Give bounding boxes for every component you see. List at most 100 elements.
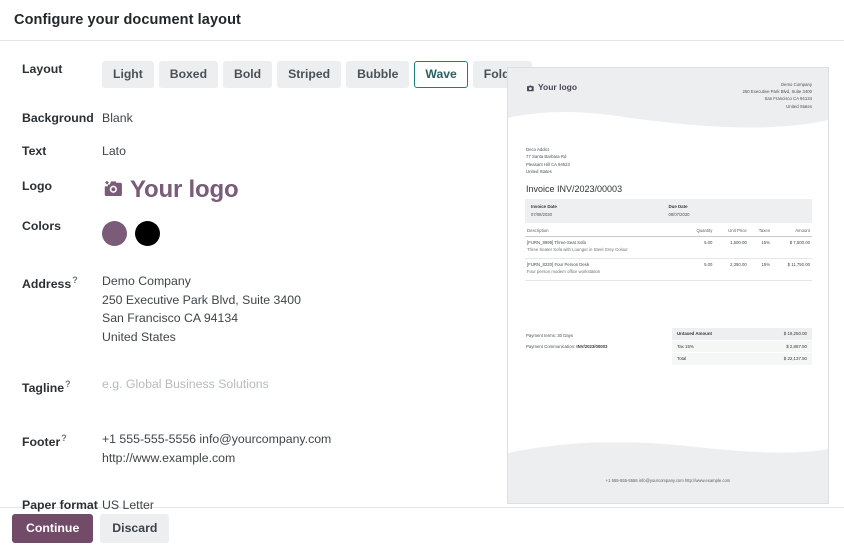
text-font-value[interactable]: Lato xyxy=(102,139,500,160)
field-colors: Colors xyxy=(0,214,500,246)
field-background: Background Blank xyxy=(0,106,500,127)
row-unit-price-1: 2,350.00 xyxy=(714,258,749,281)
address-line-4: United States xyxy=(102,329,176,344)
address-value[interactable]: Demo Company 250 Executive Park Blvd, Su… xyxy=(102,268,500,346)
preview-line-items-table: Description Quantity Unit Price Taxes Am… xyxy=(525,226,812,281)
preview-company-address: Demo Company 250 Executive Park Blvd, Su… xyxy=(742,81,812,110)
preview-totals-block: Untaxed Amount $ 19,250.00 Tax 15% $ 2,8… xyxy=(672,328,812,366)
footer-line-2: http://www.example.com xyxy=(102,450,236,465)
field-logo: Logo Your logo xyxy=(0,174,500,203)
preview-company-line-1: Demo Company xyxy=(780,82,812,87)
preview-payment-communication: Payment Communication: INV/2023/00003 xyxy=(526,341,607,352)
color-swatch-primary[interactable] xyxy=(102,221,127,246)
preview-recipient-address: Deco Addict 77 Santa Barbara Rd Pleasant… xyxy=(526,146,570,176)
tagline-input[interactable]: e.g. Global Business Solutions xyxy=(102,372,500,393)
address-line-1: Demo Company xyxy=(102,274,191,288)
col-header-taxes: Taxes xyxy=(748,226,772,237)
preview-recipient-line-4: United States xyxy=(526,169,552,175)
preview-company-line-2: 250 Executive Park Blvd, Suite 3400 xyxy=(742,89,812,95)
preview-table-body: [FURN_8999] Three-Seat Sofa Three Seater… xyxy=(525,236,812,281)
field-address: Address? Demo Company 250 Executive Park… xyxy=(0,268,500,346)
field-label-tagline: Tagline? xyxy=(0,372,102,396)
page-title: Configure your document layout xyxy=(14,12,241,28)
field-label-logo: Logo xyxy=(22,179,53,193)
field-label-footer: Footer? xyxy=(0,426,102,450)
col-header-description: Description xyxy=(525,226,685,237)
layout-option-light[interactable]: Light xyxy=(102,61,154,88)
col-header-quantity: Quantity xyxy=(684,226,715,237)
preview-logo-text: Your logo xyxy=(538,82,578,92)
table-row: [FURN_8999] Three-Seat Sofa Three Seater… xyxy=(525,236,812,259)
paper-format-value[interactable]: US Letter xyxy=(102,493,500,514)
preview-invoice-title: Invoice INV/2023/00003 xyxy=(526,184,623,194)
layout-option-bold[interactable]: Bold xyxy=(223,61,273,88)
field-label-address-text: Address xyxy=(22,277,72,292)
total-label-tax: Tax 15% xyxy=(677,343,694,349)
continue-button[interactable]: Continue xyxy=(12,513,94,543)
preview-company-line-3: San Francisco CA 94134 xyxy=(764,96,812,102)
preview-date-bar: Invoice Date 07/08/2030 Due Date 08/07/2… xyxy=(525,199,812,223)
row-description-1: [FURN_8220] Four Person Desk xyxy=(527,261,590,267)
row-amount-0: $ 7,500.00 xyxy=(771,236,812,259)
preview-payment-communication-value: INV/2023/00003 xyxy=(576,344,608,349)
total-value-untaxed: $ 19,250.00 xyxy=(783,331,807,336)
row-subdescription-0: Three Seater Sofa with Lounger in Steel … xyxy=(527,247,628,253)
total-value-tax: $ 2,887.50 xyxy=(786,343,807,349)
row-taxes-1: 15% xyxy=(748,258,772,281)
footer-line-1: +1 555-555-5556 info@yourcompany.com xyxy=(102,432,332,447)
field-text: Text Lato xyxy=(0,139,500,160)
row-amount-1: $ 11,750.00 xyxy=(771,258,812,281)
total-row-tax: Tax 15% $ 2,887.50 xyxy=(672,340,812,353)
field-label-paper-format: Paper format xyxy=(22,498,98,513)
field-footer: Footer? +1 555-555-5556 info@yourcompany… xyxy=(0,426,500,467)
total-value-total: $ 22,137.50 xyxy=(783,356,807,361)
layout-option-striped[interactable]: Striped xyxy=(277,61,342,88)
invoice-preview-paper: Your logo Demo Company 250 Executive Par… xyxy=(507,67,829,504)
col-header-unit-price: Unit Price xyxy=(714,226,749,237)
address-help-icon[interactable]: ? xyxy=(72,275,78,285)
layout-option-boxed[interactable]: Boxed xyxy=(158,61,219,88)
row-unit-price-0: 1,500.00 xyxy=(714,236,749,259)
layout-option-wave[interactable]: Wave xyxy=(414,61,468,88)
address-line-3: San Francisco CA 94134 xyxy=(102,311,239,325)
dialog-header: Configure your document layout xyxy=(0,0,844,41)
wave-footer-shape xyxy=(508,442,828,503)
layout-option-bubble[interactable]: Bubble xyxy=(346,61,410,88)
row-subdescription-1: Four person modern office workstation xyxy=(527,269,601,275)
layout-option-group: Light Boxed Bold Striped Bubble Wave Fol… xyxy=(102,61,533,88)
tagline-help-icon[interactable]: ? xyxy=(65,379,71,389)
field-label-colors: Colors xyxy=(22,219,61,233)
document-preview-pane: Your logo Demo Company 250 Executive Par… xyxy=(500,41,844,507)
logo-placeholder-text: Your logo xyxy=(130,175,239,203)
preview-recipient-line-1: Deco Addict xyxy=(526,147,549,152)
row-description-0: [FURN_8999] Three-Seat Sofa xyxy=(527,240,586,245)
field-label-tagline-text: Tagline xyxy=(22,381,65,396)
preview-table-head: Description Quantity Unit Price Taxes Am… xyxy=(525,226,812,237)
preview-payment-terms: Payment terms: 30 Days xyxy=(526,333,574,338)
total-row-total: Total $ 22,137.50 xyxy=(672,353,812,366)
preview-footer-text: +1 555-555-5556 info@yourcompany.com htt… xyxy=(605,478,731,483)
preview-due-date-label: Due Date xyxy=(668,204,688,209)
camera-icon-preview xyxy=(526,84,534,91)
preview-invoice-date-col: Invoice Date 07/08/2030 xyxy=(531,203,669,218)
field-label-text: Text xyxy=(22,144,47,158)
footer-help-icon[interactable]: ? xyxy=(61,433,67,443)
preview-company-line-4: United States xyxy=(786,103,812,109)
field-layout: Layout Light Boxed Bold Striped Bubble W… xyxy=(0,57,533,88)
preview-recipient-line-2: 77 Santa Barbara Rd xyxy=(526,154,567,160)
discard-button[interactable]: Discard xyxy=(100,513,170,543)
total-row-untaxed: Untaxed Amount $ 19,250.00 xyxy=(672,328,812,341)
field-tagline: Tagline? e.g. Global Business Solutions xyxy=(0,372,500,396)
field-label-address: Address? xyxy=(0,268,102,292)
row-quantity-0: 5.00 xyxy=(684,236,715,259)
color-swatch-secondary[interactable] xyxy=(135,221,160,246)
field-label-footer-text: Footer xyxy=(22,435,61,450)
field-paper-format: Paper format US Letter xyxy=(0,493,500,514)
color-swatch-group xyxy=(102,218,500,246)
camera-icon xyxy=(102,180,123,198)
preview-payment-info: Payment terms: 30 Days Payment Communica… xyxy=(526,330,607,352)
logo-upload-control[interactable]: Your logo xyxy=(102,175,500,203)
preview-invoice-date-value: 07/08/2030 xyxy=(531,212,552,217)
background-value[interactable]: Blank xyxy=(102,106,500,127)
footer-value[interactable]: +1 555-555-5556 info@yourcompany.com htt… xyxy=(102,426,500,467)
